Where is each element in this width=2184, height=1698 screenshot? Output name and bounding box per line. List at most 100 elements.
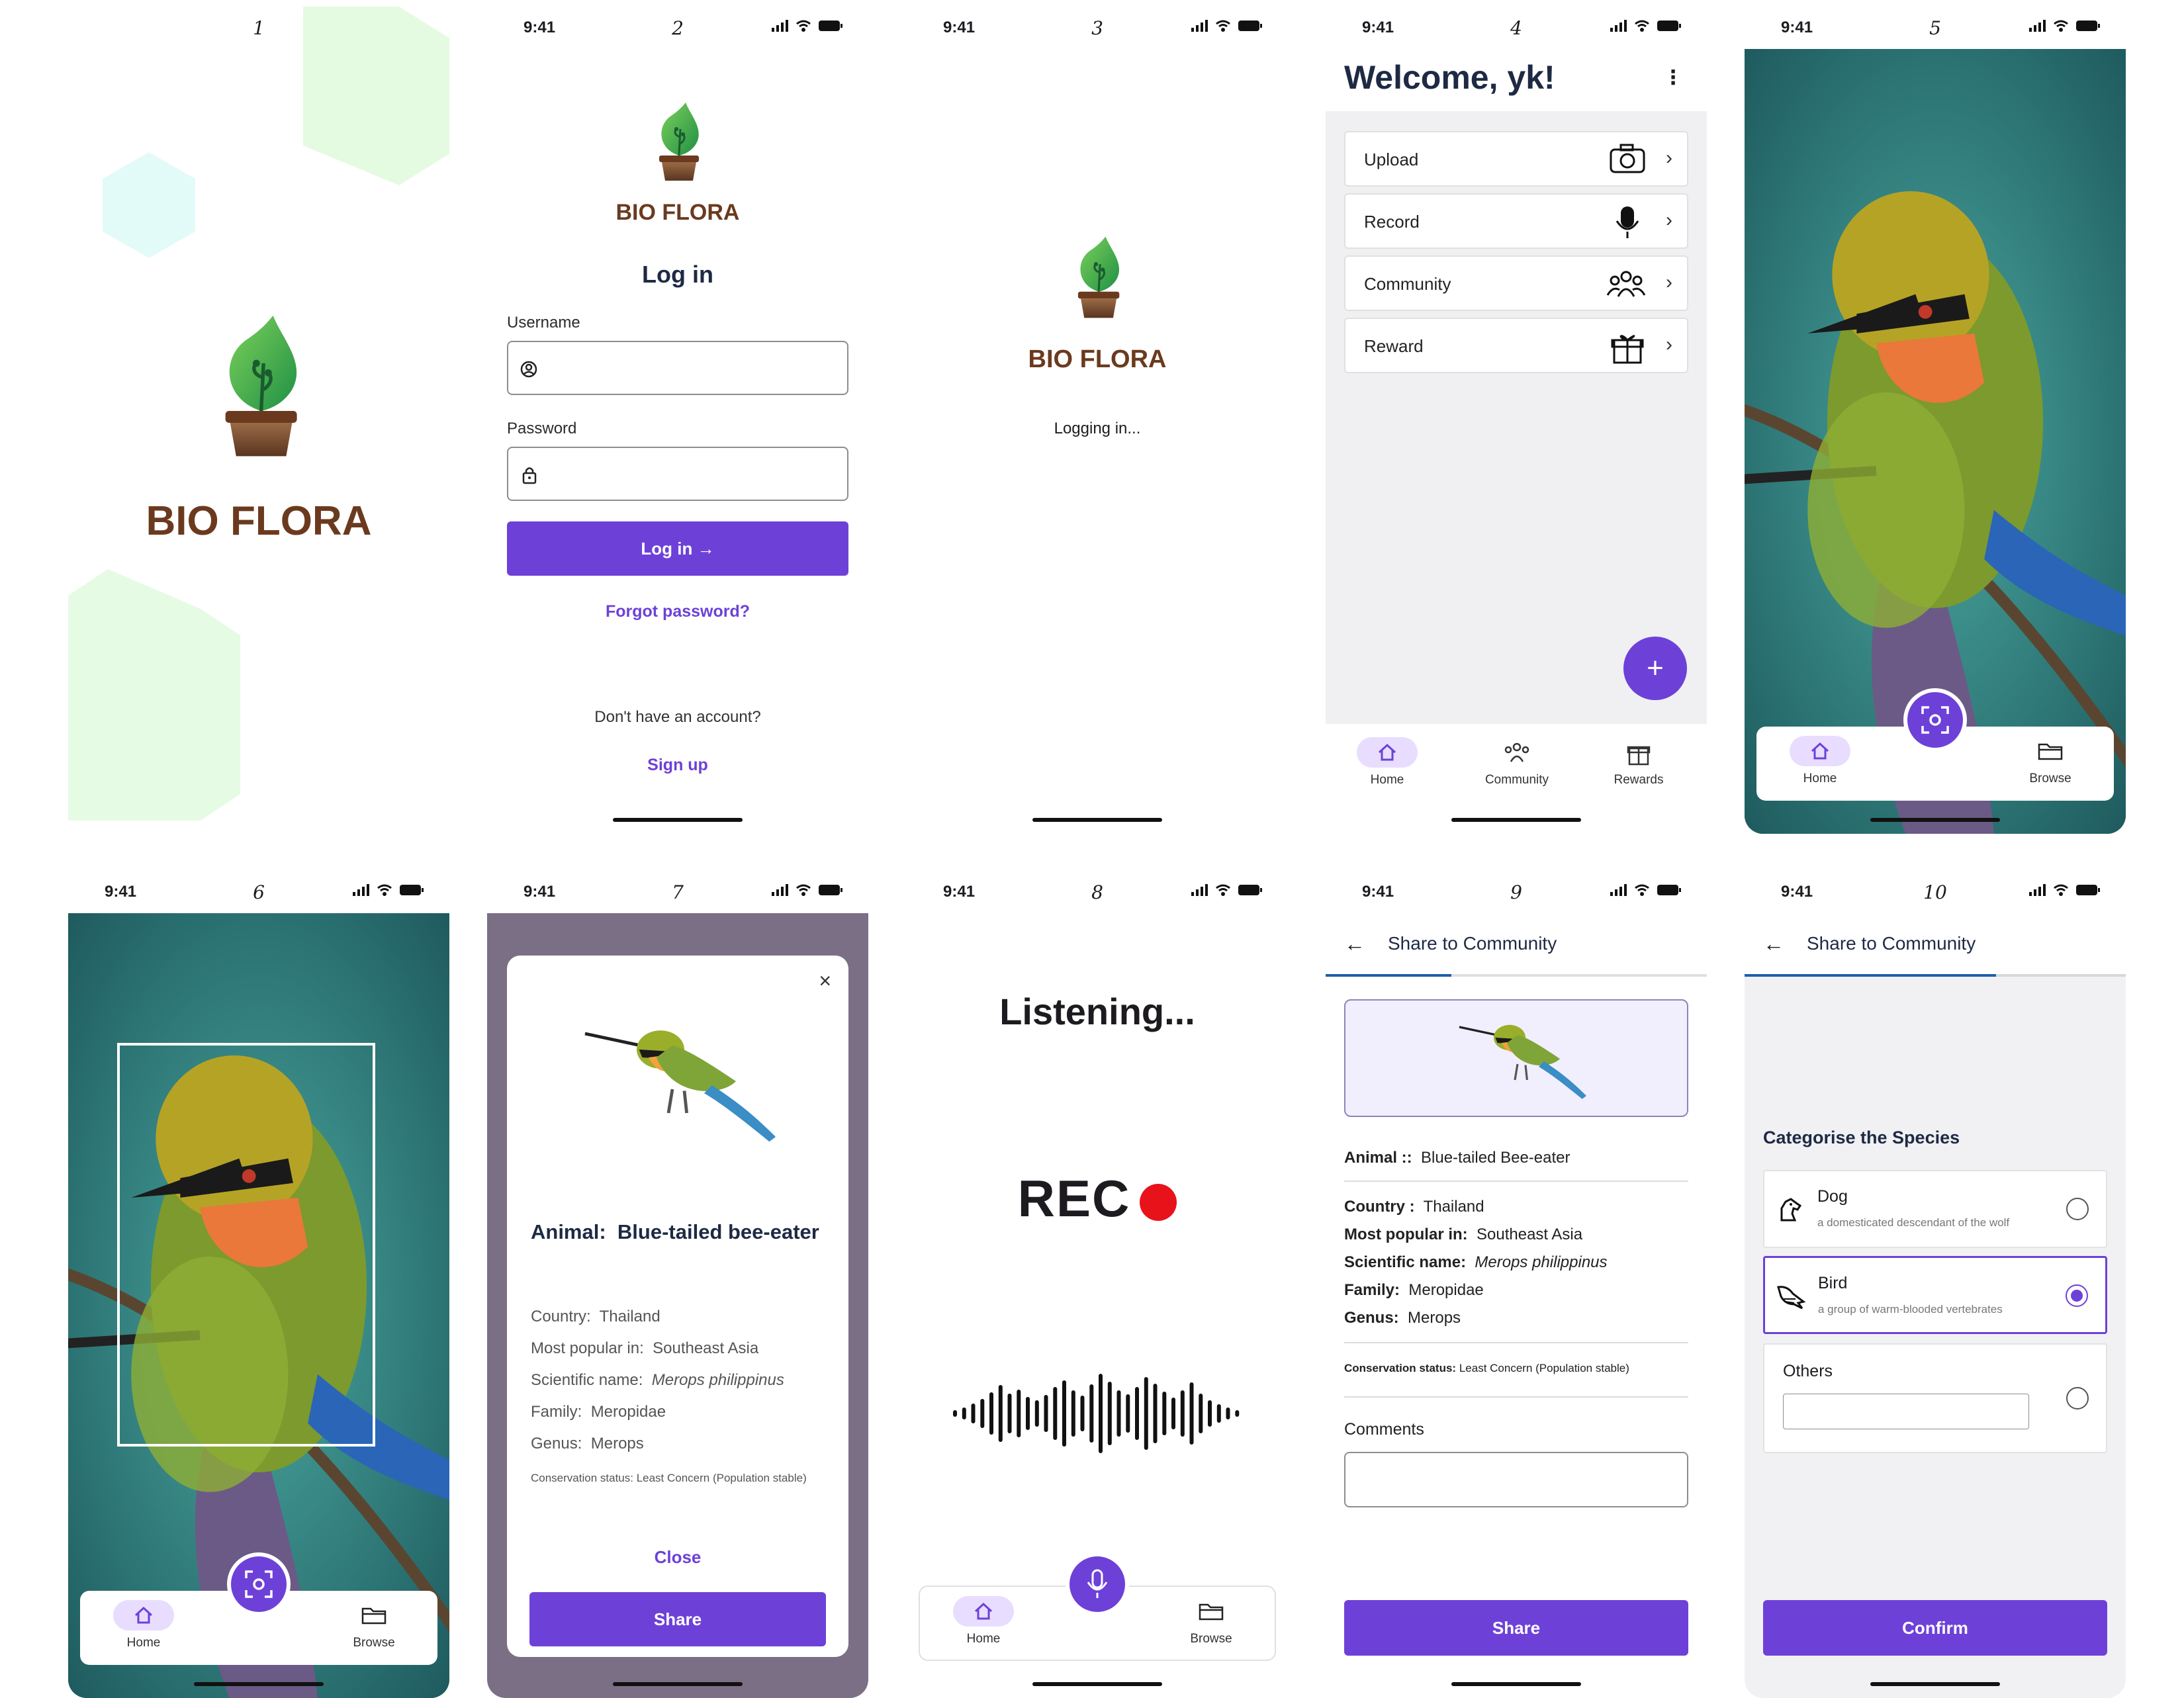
menu-community[interactable]: Community ›	[1344, 255, 1688, 311]
status-icons	[772, 20, 843, 32]
confirm-button[interactable]: Confirm	[1763, 1600, 2107, 1656]
signal-icon	[772, 20, 788, 32]
detail-key: Most popular in:	[531, 1339, 644, 1357]
wave-bar	[962, 1408, 966, 1419]
comments-label: Comments	[1344, 1420, 1424, 1439]
radio-unselected[interactable]	[2066, 1198, 2089, 1220]
home-indicator	[1032, 818, 1162, 822]
image-preview	[1344, 999, 1688, 1117]
folder-icon	[2013, 736, 2087, 766]
screen-result-modal: 9:41 7 × Animal: Blue-tailed bee-eater C…	[487, 864, 868, 1698]
detail-value: Merops philippinus	[651, 1371, 784, 1389]
lock-icon	[522, 467, 537, 484]
back-arrow-icon[interactable]: ←	[1344, 932, 1365, 956]
status-icons	[1191, 884, 1263, 896]
detail-key: Scientific name:	[1344, 1253, 1467, 1271]
radio-unselected[interactable]	[2066, 1387, 2089, 1409]
logging-in-message: Logging in...	[1054, 420, 1141, 437]
option-title: Dog	[1817, 1187, 1848, 1206]
wave-bar	[1044, 1395, 1048, 1432]
detail-key: Genus:	[1344, 1309, 1399, 1327]
nav-home[interactable]: Home	[946, 1596, 1021, 1646]
nav-browse[interactable]: Browse	[2013, 736, 2087, 786]
conservation-value: Least Concern (Population stable)	[1459, 1362, 1629, 1374]
forgot-password-link[interactable]: Forgot password?	[487, 602, 868, 621]
nav-browse[interactable]: Browse	[1174, 1596, 1248, 1646]
comments-field[interactable]	[1344, 1452, 1688, 1507]
share-button[interactable]: Share	[1344, 1600, 1688, 1656]
nav-label: Browse	[353, 1636, 395, 1650]
option-title: Others	[1783, 1362, 1833, 1380]
home-indicator	[1870, 818, 2000, 822]
add-fab-button[interactable]: +	[1623, 637, 1687, 700]
home-indicator	[613, 818, 743, 822]
people-icon	[1606, 271, 1646, 297]
nav-browse[interactable]: Browse	[337, 1600, 411, 1650]
username-label: Username	[507, 314, 580, 332]
status-icons	[2029, 20, 2101, 32]
menu-label: Reward	[1364, 336, 1424, 356]
signal-icon	[772, 884, 788, 896]
detail-value: Meropidae	[1408, 1281, 1484, 1299]
scan-button[interactable]	[227, 1552, 291, 1616]
username-field[interactable]	[507, 341, 848, 395]
menu-record[interactable]: Record ›	[1344, 193, 1688, 249]
detail-key: Family:	[531, 1403, 582, 1421]
wave-bar	[1162, 1392, 1167, 1435]
wave-bar	[1216, 1404, 1221, 1423]
gift-icon	[1611, 335, 1644, 364]
back-arrow-icon[interactable]: ←	[1763, 932, 1784, 956]
menu-upload[interactable]: Upload ›	[1344, 131, 1688, 187]
detail-value: Thailand	[1423, 1198, 1484, 1216]
detail-key: Genus:	[531, 1435, 582, 1452]
wifi-icon	[377, 884, 392, 896]
decor-hexagon	[68, 569, 240, 821]
radio-selected[interactable]	[2066, 1284, 2088, 1307]
nav-home[interactable]: Home	[107, 1600, 181, 1650]
sound-wave-icon	[953, 1374, 1240, 1453]
option-dog[interactable]: Dog a domesticated descendant of the wol…	[1763, 1170, 2107, 1248]
battery-icon	[819, 21, 842, 31]
screen-categorise: 9:41 10 ← Share to Community Categorise …	[1745, 864, 2126, 1698]
nav-community[interactable]: Community	[1474, 737, 1560, 787]
wave-bar	[1180, 1390, 1185, 1437]
wave-bar	[1034, 1400, 1039, 1427]
close-link[interactable]: Close	[507, 1547, 848, 1568]
status-bar: 9:41 2	[487, 15, 868, 41]
header-title: Share to Community	[1388, 933, 1557, 954]
welcome-title: Welcome, yk!	[1344, 59, 1555, 96]
battery-icon	[400, 885, 424, 895]
signal-icon	[353, 884, 369, 896]
close-icon[interactable]: ×	[819, 969, 831, 993]
home-indicator	[1870, 1682, 2000, 1686]
wave-bar	[1235, 1410, 1240, 1417]
nav-home[interactable]: Home	[1783, 736, 1857, 786]
home-indicator	[1032, 1682, 1162, 1686]
option-bird[interactable]: Bird a group of warm-blooded vertebrates	[1763, 1256, 2107, 1334]
battery-icon	[1238, 21, 1262, 31]
nav-rewards[interactable]: Rewards	[1602, 737, 1675, 787]
others-input[interactable]	[1783, 1394, 2029, 1429]
scan-button[interactable]	[1903, 688, 1967, 752]
chevron-right-icon: ›	[1666, 334, 1672, 355]
battery-icon	[2076, 21, 2100, 31]
option-desc: a domesticated descendant of the wolf	[1817, 1216, 2010, 1229]
detail-value: Merops	[1408, 1309, 1461, 1327]
login-button[interactable]: Log in →	[507, 521, 848, 576]
chevron-right-icon: ›	[1666, 209, 1672, 231]
home-indicator	[194, 1682, 324, 1686]
bird-image	[553, 995, 792, 1167]
nav-home[interactable]: Home	[1351, 737, 1424, 787]
password-field[interactable]	[507, 447, 848, 501]
status-icons	[1191, 20, 1263, 32]
home-icon	[113, 1600, 174, 1631]
more-vert-icon[interactable]: ⋮	[1663, 66, 1683, 89]
wave-bar	[1062, 1380, 1066, 1447]
detail-key: Country:	[531, 1308, 591, 1325]
microphone-button[interactable]	[1066, 1552, 1129, 1616]
share-button[interactable]: Share	[529, 1592, 826, 1646]
signup-link[interactable]: Sign up	[487, 756, 868, 775]
menu-reward[interactable]: Reward ›	[1344, 318, 1688, 373]
wave-bar	[1017, 1390, 1021, 1437]
option-others[interactable]: Others	[1763, 1343, 2107, 1453]
